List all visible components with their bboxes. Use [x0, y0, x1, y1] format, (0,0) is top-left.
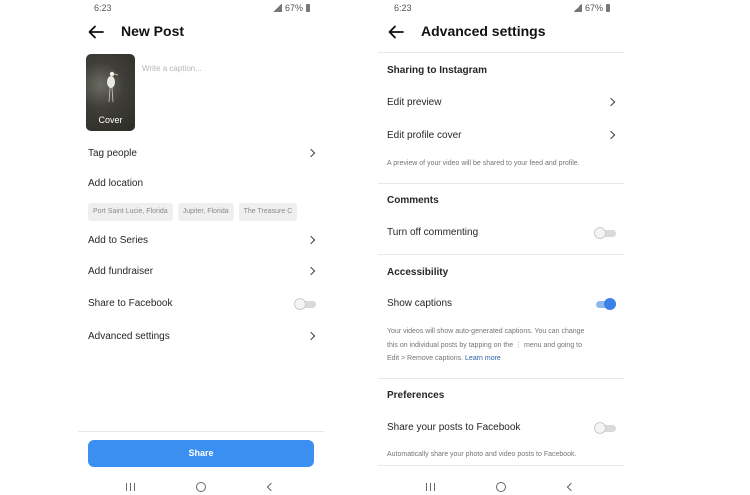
- status-bar: 6:23 67%: [78, 3, 324, 15]
- location-chip[interactable]: The Treasure C: [238, 203, 298, 221]
- share-to-facebook-label: Share to Facebook: [88, 298, 173, 309]
- captions-note: Your videos will show auto-generated cap…: [387, 328, 585, 362]
- chevron-right-icon: [606, 97, 616, 107]
- chevron-right-icon: [606, 130, 616, 140]
- add-location-row[interactable]: Add location: [88, 175, 316, 195]
- signal-icon: [272, 4, 282, 12]
- add-location-label: Add location: [88, 178, 144, 189]
- comments-section-header: Comments: [387, 195, 439, 206]
- preferences-section-header: Preferences: [387, 390, 445, 401]
- chevron-right-icon: [306, 266, 316, 276]
- status-time: 6:23: [94, 3, 112, 13]
- signal-icon: [572, 4, 582, 12]
- header: Advanced settings: [378, 18, 624, 48]
- battery-icon: [306, 4, 310, 12]
- tag-people-row[interactable]: Tag people: [88, 145, 316, 165]
- share-posts-to-facebook-label: Share your posts to Facebook: [387, 422, 521, 433]
- divider: [378, 465, 624, 466]
- chevron-right-icon: [306, 331, 316, 341]
- battery-percent: 67%: [584, 3, 603, 13]
- advanced-settings-screen: 6:23 67% Advanced settings Sharing to In…: [378, 0, 624, 495]
- advanced-settings-label: Advanced settings: [88, 331, 170, 342]
- caption-input[interactable]: Write a caption...: [142, 64, 202, 73]
- cover-label[interactable]: Cover: [86, 115, 135, 125]
- page-title: Advanced settings: [421, 23, 546, 39]
- add-to-series-row[interactable]: Add to Series: [88, 232, 316, 252]
- share-to-facebook-toggle[interactable]: [294, 298, 316, 310]
- location-chip[interactable]: Port Saint Lucie, Florida: [88, 203, 173, 221]
- location-chip[interactable]: Jupiter, Florida: [177, 203, 234, 221]
- add-fundraiser-label: Add fundraiser: [88, 266, 154, 277]
- learn-more-link[interactable]: Learn more: [465, 355, 501, 362]
- chevron-right-icon: [306, 235, 316, 245]
- more-menu-icon: ⋮: [515, 341, 523, 349]
- battery-icon: [606, 4, 610, 12]
- divider: [378, 52, 624, 53]
- edit-profile-cover-label: Edit profile cover: [387, 130, 462, 141]
- home-icon[interactable]: [496, 482, 506, 492]
- divider: [78, 431, 324, 432]
- new-post-screen: 6:23 67% New Post Cover Write a caption.…: [78, 0, 324, 495]
- accessibility-section-header: Accessibility: [387, 267, 449, 278]
- show-captions-label: Show captions: [387, 298, 453, 309]
- turn-off-commenting-row: Turn off commenting: [387, 224, 616, 244]
- recent-apps-icon[interactable]: [126, 483, 135, 491]
- home-icon[interactable]: [196, 482, 206, 492]
- page-title: New Post: [121, 23, 185, 39]
- bird-image: [107, 71, 119, 103]
- status-time: 6:23: [394, 3, 412, 13]
- android-nav-bar: [78, 478, 324, 495]
- recent-apps-icon[interactable]: [426, 483, 435, 491]
- divider: [378, 183, 624, 184]
- divider: [378, 254, 624, 255]
- show-captions-row: Show captions: [387, 295, 616, 315]
- add-fundraiser-row[interactable]: Add fundraiser: [88, 263, 316, 283]
- chevron-right-icon: [306, 148, 316, 158]
- share-button[interactable]: Share: [88, 440, 314, 467]
- back-arrow-icon[interactable]: [86, 22, 106, 42]
- facebook-note: Automatically share your photo and video…: [387, 451, 577, 458]
- share-to-facebook-row: Share to Facebook: [88, 295, 316, 315]
- android-nav-bar: [378, 478, 624, 495]
- share-posts-to-facebook-toggle[interactable]: [594, 422, 616, 434]
- header: New Post: [78, 18, 324, 48]
- edit-preview-row[interactable]: Edit preview: [387, 94, 616, 114]
- location-suggestions: Port Saint Lucie, Florida Jupiter, Florid…: [88, 203, 324, 223]
- nav-back-icon[interactable]: [566, 482, 576, 492]
- turn-off-commenting-toggle[interactable]: [594, 227, 616, 239]
- share-posts-to-facebook-row: Share your posts to Facebook: [387, 419, 616, 439]
- battery-percent: 67%: [284, 3, 303, 13]
- edit-profile-cover-row[interactable]: Edit profile cover: [387, 127, 616, 147]
- edit-preview-label: Edit preview: [387, 97, 442, 108]
- tag-people-label: Tag people: [88, 148, 137, 159]
- divider: [378, 378, 624, 379]
- back-arrow-icon[interactable]: [386, 22, 406, 42]
- video-thumbnail[interactable]: Cover: [86, 54, 135, 131]
- show-captions-toggle[interactable]: [594, 298, 616, 310]
- add-to-series-label: Add to Series: [88, 235, 149, 246]
- status-bar: 6:23 67%: [378, 3, 624, 15]
- sharing-section-header: Sharing to Instagram: [387, 65, 488, 76]
- sharing-note: A preview of your video will be shared t…: [387, 160, 580, 167]
- nav-back-icon[interactable]: [266, 482, 276, 492]
- advanced-settings-row[interactable]: Advanced settings: [88, 328, 316, 348]
- turn-off-commenting-label: Turn off commenting: [387, 227, 479, 238]
